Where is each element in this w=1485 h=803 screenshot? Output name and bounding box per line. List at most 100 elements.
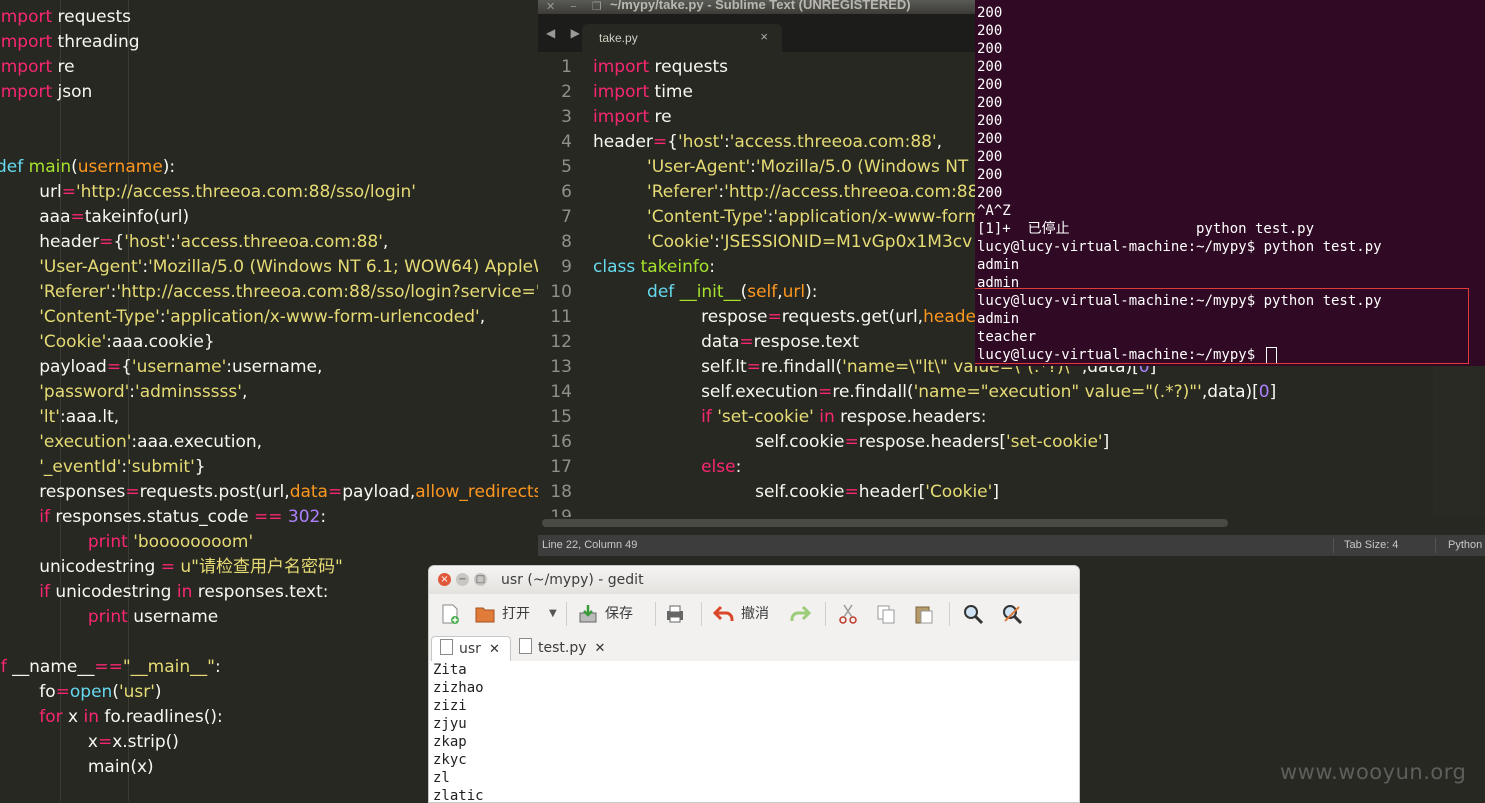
close-window-icon[interactable]: × xyxy=(438,573,451,586)
terminal-window[interactable]: 200 200 200 200 200 200 200 200 200 200 200 ^A^Z [1]… xyxy=(975,0,1485,366)
tab-close-icon[interactable]: ✕ xyxy=(595,641,606,656)
code-token: = xyxy=(844,482,859,502)
code-text: 'Content-Type':'application/x-www-form xyxy=(593,205,981,230)
code-token: ): xyxy=(162,157,176,177)
code-text: import re xyxy=(593,105,672,130)
open-button[interactable]: 打开 xyxy=(474,600,530,628)
maximize-window-icon[interactable]: □ xyxy=(474,573,487,586)
code-token: __init__ xyxy=(679,282,741,302)
print-button[interactable] xyxy=(664,600,692,628)
tab-close-icon[interactable]: ✕ xyxy=(489,642,500,657)
terminal-line: 200 xyxy=(977,131,1003,147)
tab-label: take.py xyxy=(599,31,638,45)
undo-button[interactable]: 撤消 xyxy=(713,600,769,628)
code-line: print 'boooooooom' xyxy=(0,530,540,555)
find-button[interactable] xyxy=(962,600,990,628)
paste-button[interactable] xyxy=(913,600,941,628)
code-line: import re xyxy=(0,55,540,80)
code-token: = xyxy=(70,207,85,227)
code-token: = xyxy=(55,682,70,702)
code-token: header xyxy=(593,132,653,152)
code-token: if xyxy=(0,657,7,677)
code-token: { xyxy=(113,232,125,252)
code-text: import requests xyxy=(593,55,728,80)
cursor-position: Line 22, Column 49 xyxy=(542,539,638,551)
window-controls-icon[interactable]: ✕ − ❐ xyxy=(546,0,608,14)
code-token: responses.status_code xyxy=(49,507,254,527)
code-token: 302 xyxy=(287,507,321,527)
gedit-window[interactable]: × − □ usr (~/mypy) - gedit 打开 ▼ 保存 撤消 us… xyxy=(428,565,1080,803)
line-number: 3 xyxy=(561,107,572,127)
line-number: 6 xyxy=(561,182,572,202)
code-token: self.execution xyxy=(593,382,819,402)
code-token: = xyxy=(125,482,140,502)
terminal-line: 200 xyxy=(977,77,1003,93)
redo-button[interactable] xyxy=(789,600,817,628)
line-number: 10 xyxy=(550,282,572,302)
code-token: 'Mozilla/5.0 (Windows NT 6.1; WOW64) App… xyxy=(148,257,540,277)
toolbar-divider xyxy=(566,602,567,626)
tab-usr[interactable]: usr ✕ xyxy=(431,636,511,662)
code-token: payload, xyxy=(342,482,416,502)
code-token: 'set-cookie' xyxy=(717,407,814,427)
terminal-line: lucy@lucy-virtual-machine:~/mypy$ python… xyxy=(977,239,1382,255)
tab-nav-arrows-icon[interactable]: ◀ ▶ xyxy=(546,26,586,40)
code-token: x xyxy=(0,732,98,752)
tab-take-py[interactable]: take.py × xyxy=(582,24,782,52)
terminal-line: admin xyxy=(977,257,1020,273)
code-line: import requests xyxy=(0,5,540,30)
syntax-selector[interactable]: Python xyxy=(1448,535,1482,556)
code-token: 'Referer' xyxy=(593,182,719,202)
code-token: import xyxy=(593,107,650,127)
folder-icon xyxy=(475,607,495,623)
code-line: 16 self.cookie=respose.headers['set-cook… xyxy=(538,430,1485,455)
minimize-window-icon[interactable]: − xyxy=(456,573,469,586)
code-token: 'execution' xyxy=(0,432,132,452)
tab-label: test.py xyxy=(538,640,587,656)
line-number: 1 xyxy=(561,57,572,77)
gedit-text-area[interactable]: Zita zizhao zizi zjyu zkap zkyc zl zlatic xyxy=(429,661,1079,802)
code-line: 'Content-Type':'application/x-www-form-u… xyxy=(0,305,540,330)
tab-test-py[interactable]: test.py ✕ xyxy=(519,636,605,661)
code-line: url='http://access.threeoa.com:88/sso/lo… xyxy=(0,180,540,205)
window-title: ~/mypy/take.py - Sublime Text (UNREGISTE… xyxy=(610,0,911,12)
code-token: 'access.threeoa.com:88' xyxy=(175,232,383,252)
save-button[interactable]: 保存 xyxy=(577,600,633,628)
new-document-button[interactable] xyxy=(439,600,467,628)
redo-icon xyxy=(790,605,811,621)
find-replace-button[interactable] xyxy=(1001,600,1029,628)
undo-icon xyxy=(713,605,734,621)
code-token: :username, xyxy=(226,357,323,377)
code-token: : xyxy=(214,657,221,677)
document-icon xyxy=(519,638,532,654)
code-line: responses=requests.post(url,data=payload… xyxy=(0,480,540,505)
code-line: if responses.status_code == 302: xyxy=(0,505,540,530)
horizontal-scrollbar[interactable] xyxy=(542,519,1228,527)
line-number: 4 xyxy=(561,132,572,152)
tab-size-selector[interactable]: Tab Size: 4 xyxy=(1344,535,1398,556)
code-token: responses.text: xyxy=(192,582,329,602)
code-token: :aaa.execution, xyxy=(131,432,263,452)
text-line: zkap xyxy=(433,734,467,750)
toolbar-divider xyxy=(825,602,826,626)
code-token: x.strip() xyxy=(112,732,179,752)
code-token: , xyxy=(382,232,389,252)
code-line: import threading xyxy=(0,30,540,55)
terminal-line: 200 xyxy=(977,113,1003,129)
code-line: 'User-Agent':'Mozilla/5.0 (Windows NT 6.… xyxy=(0,255,540,280)
terminal-line: 200 xyxy=(977,41,1003,57)
open-dropdown-chevron-down-icon[interactable]: ▼ xyxy=(549,600,557,628)
code-token: def xyxy=(0,157,24,177)
cut-button[interactable] xyxy=(837,600,865,628)
code-line: header={'host':'access.threeoa.com:88', xyxy=(0,230,540,255)
code-token: import xyxy=(0,82,53,102)
code-token: 'JSESSIONID=M1vGp0x1M3cv xyxy=(719,232,973,252)
code-token: ) xyxy=(154,682,162,702)
code-token: import xyxy=(593,57,650,77)
code-token: import xyxy=(593,82,650,102)
tab-close-icon[interactable]: × xyxy=(760,29,768,44)
code-token: responses xyxy=(0,482,126,502)
line-number: 19 xyxy=(550,507,572,517)
copy-button[interactable] xyxy=(875,600,903,628)
code-token: in xyxy=(83,707,99,727)
